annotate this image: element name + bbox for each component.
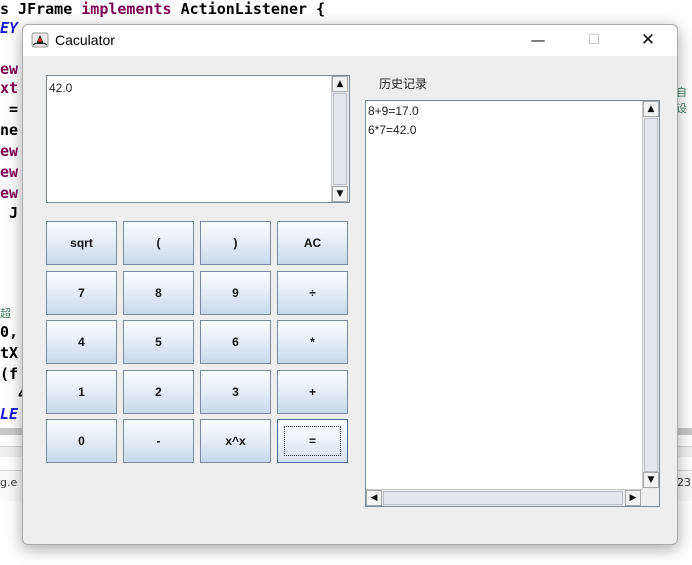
- scroll-down-icon[interactable]: ▼: [643, 472, 659, 488]
- code-line: (f: [0, 365, 19, 383]
- power-button[interactable]: x^x: [200, 419, 271, 463]
- scroll-down-icon[interactable]: ▼: [332, 186, 348, 202]
- history-vertical-scrollbar[interactable]: ▲ ▼: [642, 101, 659, 489]
- window-title: Caculator: [55, 32, 115, 48]
- digit-2-button[interactable]: 2: [123, 370, 194, 414]
- minimize-button[interactable]: —: [515, 25, 561, 56]
- scroll-thumb[interactable]: [383, 491, 623, 505]
- code-line: ew: [0, 142, 19, 160]
- result-display[interactable]: 42.0 ▲ ▼: [46, 75, 350, 203]
- scroll-up-icon[interactable]: ▲: [332, 76, 348, 92]
- code-line: 0,: [0, 323, 19, 341]
- code-line: =: [0, 100, 19, 118]
- scroll-corner: [642, 489, 659, 506]
- close-button[interactable]: ✕: [625, 25, 671, 56]
- digit-5-button[interactable]: 5: [123, 320, 194, 364]
- digit-0-button[interactable]: 0: [46, 419, 117, 463]
- scroll-right-icon[interactable]: ▶: [625, 490, 641, 506]
- digit-3-button[interactable]: 3: [200, 370, 271, 414]
- code-line: s JFrame implements ActionListener {: [0, 0, 326, 18]
- code-line: ew: [0, 184, 19, 202]
- code-line: ne: [0, 121, 19, 139]
- digit-8-button[interactable]: 8: [123, 271, 194, 315]
- ide-status-right: 23: [677, 476, 691, 489]
- digit-4-button[interactable]: 4: [46, 320, 117, 364]
- focus-ring: [284, 426, 341, 456]
- title-bar[interactable]: Caculator — ☐ ✕: [23, 25, 677, 56]
- maximize-button[interactable]: ☐: [571, 25, 617, 56]
- history-entry: 8+9=17.0: [368, 104, 419, 118]
- history-list[interactable]: 8+9=17.0 6*7=42.0 ▲ ▼ ◀ ▶: [365, 100, 660, 507]
- scroll-left-icon[interactable]: ◀: [366, 490, 382, 506]
- multiply-button[interactable]: *: [277, 320, 348, 364]
- code-line: LE: [0, 405, 19, 423]
- equals-button[interactable]: =: [277, 419, 348, 463]
- subtract-button[interactable]: -: [123, 419, 194, 463]
- open-paren-button[interactable]: (: [123, 221, 194, 265]
- history-horizontal-scrollbar[interactable]: ◀ ▶: [366, 489, 642, 506]
- clear-button[interactable]: AC: [277, 221, 348, 265]
- ide-status-left: g.e: [0, 476, 18, 489]
- calculator-window: Caculator — ☐ ✕ 42.0 ▲ ▼ sqrt ( ) AC 7 8…: [22, 24, 678, 545]
- scroll-thumb[interactable]: [333, 93, 347, 185]
- code-comment: 自设: [676, 86, 687, 115]
- close-paren-button[interactable]: ): [200, 221, 271, 265]
- code-line: J: [0, 204, 19, 222]
- display-vertical-scrollbar[interactable]: ▲ ▼: [331, 76, 349, 202]
- history-label: 历史记录: [379, 77, 428, 91]
- digit-6-button[interactable]: 6: [200, 320, 271, 364]
- code-line: EY: [0, 19, 19, 37]
- display-value: 42.0: [49, 81, 73, 95]
- digit-9-button[interactable]: 9: [200, 271, 271, 315]
- scroll-up-icon[interactable]: ▲: [643, 101, 659, 117]
- sqrt-button[interactable]: sqrt: [46, 221, 117, 265]
- divide-button[interactable]: ÷: [277, 271, 348, 315]
- digit-1-button[interactable]: 1: [46, 370, 117, 414]
- java-duke-icon: [31, 32, 49, 48]
- history-entry: 6*7=42.0: [368, 123, 417, 137]
- code-line: xt: [0, 79, 19, 97]
- code-line: ew: [0, 60, 19, 78]
- code-line: tX: [0, 344, 19, 362]
- code-line: ew: [0, 163, 19, 181]
- digit-7-button[interactable]: 7: [46, 271, 117, 315]
- code-comment: 超: [0, 307, 11, 320]
- scroll-thumb[interactable]: [644, 118, 658, 472]
- add-button[interactable]: +: [277, 370, 348, 414]
